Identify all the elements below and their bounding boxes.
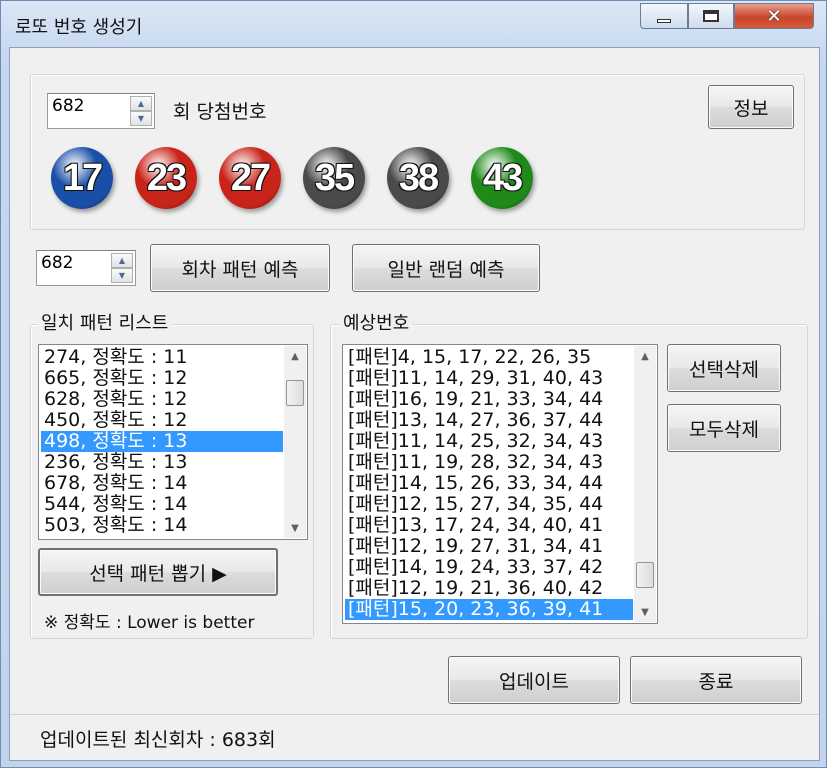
- scroll-up-icon[interactable]: ▲: [634, 346, 656, 366]
- window-title: 로또 번호 생성기: [15, 17, 143, 38]
- maximize-button[interactable]: [688, 3, 734, 29]
- status-bar: 업데이트된 최신회차 : 683회: [10, 714, 819, 760]
- close-icon: ✕: [766, 5, 782, 27]
- pattern-list-item[interactable]: 274, 정확도 : 11: [41, 347, 283, 368]
- app-window: 로또 번호 생성기 ✕ 682 ▲ ▼ 회 당첨번호 정보 17 23 27 35 38…: [0, 0, 827, 768]
- winning-round-spinner[interactable]: 682 ▲ ▼: [47, 93, 155, 129]
- pattern-list-item[interactable]: 236, 정확도 : 13: [41, 452, 283, 473]
- accuracy-note: ※ 정확도 : Lower is better: [44, 613, 255, 633]
- scroll-up-icon[interactable]: ▲: [284, 346, 306, 366]
- scroll-thumb[interactable]: [636, 562, 654, 588]
- predicted-list-item[interactable]: [패턴]14, 19, 24, 33, 37, 42: [345, 557, 633, 578]
- lotto-ball: 35: [303, 147, 365, 209]
- update-button[interactable]: 업데이트: [448, 656, 620, 704]
- client-area: 682 ▲ ▼ 회 당첨번호 정보 17 23 27 35 38 43 682 ▲ ▼ 회…: [9, 47, 820, 761]
- delete-selected-button[interactable]: 선택삭제: [667, 344, 781, 392]
- random-predict-button[interactable]: 일반 랜덤 예측: [352, 244, 540, 292]
- predicted-list-item[interactable]: [패턴]16, 19, 21, 33, 34, 44: [345, 389, 633, 410]
- lotto-ball: 27: [219, 147, 281, 209]
- spin-up-icon[interactable]: ▲: [130, 96, 152, 111]
- lotto-ball: 17: [51, 147, 113, 209]
- predict-round-spinner[interactable]: 682 ▲ ▼: [36, 250, 136, 286]
- predicted-list-item[interactable]: [패턴]11, 14, 29, 31, 40, 43: [345, 368, 633, 389]
- delete-all-button[interactable]: 모두삭제: [667, 404, 781, 452]
- spin-up-icon[interactable]: ▲: [111, 253, 133, 268]
- extract-pattern-button[interactable]: 선택 패턴 뽑기 ▶: [38, 548, 278, 596]
- winning-round-value[interactable]: 682: [52, 96, 84, 116]
- status-text: 업데이트된 최신회차 : 683회: [40, 729, 276, 751]
- predicted-list-item[interactable]: [패턴]12, 19, 27, 31, 34, 41: [345, 536, 633, 557]
- pattern-list-scrollbar[interactable]: ▲ ▼: [284, 346, 306, 538]
- predicted-list-item[interactable]: [패턴]13, 14, 27, 36, 37, 44: [345, 410, 633, 431]
- pattern-list-item[interactable]: 498, 정확도 : 13: [41, 431, 283, 452]
- lotto-ball: 43: [471, 147, 533, 209]
- pattern-list-item[interactable]: 665, 정확도 : 12: [41, 368, 283, 389]
- predicted-list-item[interactable]: [패턴]12, 19, 21, 36, 40, 42: [345, 578, 633, 599]
- predicted-list-scrollbar[interactable]: ▲ ▼: [634, 346, 656, 622]
- winning-round-label: 회 당첨번호: [173, 101, 267, 123]
- minimize-button[interactable]: [640, 3, 688, 29]
- predicted-list-item[interactable]: [패턴]11, 19, 28, 32, 34, 43: [345, 452, 633, 473]
- predicted-list-item[interactable]: [패턴]14, 15, 26, 33, 34, 44: [345, 473, 633, 494]
- pattern-list-item[interactable]: 450, 정확도 : 12: [41, 410, 283, 431]
- spin-down-icon[interactable]: ▼: [130, 111, 152, 126]
- winning-numbers-panel: 682 ▲ ▼ 회 당첨번호 정보 17 23 27 35 38 43: [30, 74, 805, 230]
- predict-round-value[interactable]: 682: [41, 253, 73, 273]
- pattern-list-label: 일치 패턴 리스트: [38, 309, 172, 335]
- predicted-list-item[interactable]: [패턴]15, 20, 23, 36, 39, 41: [345, 599, 633, 620]
- pattern-predict-button[interactable]: 회차 패턴 예측: [150, 244, 330, 292]
- predicted-numbers-label: 예상번호: [340, 309, 413, 335]
- pattern-listbox[interactable]: 274, 정확도 : 11 665, 정확도 : 12 628, 정확도 : 12 4…: [38, 344, 308, 540]
- scroll-down-icon[interactable]: ▼: [284, 518, 306, 538]
- lotto-ball: 23: [135, 147, 197, 209]
- scroll-down-icon[interactable]: ▼: [634, 602, 656, 622]
- exit-button[interactable]: 종료: [630, 656, 802, 704]
- predicted-list-item[interactable]: [패턴]12, 15, 27, 34, 35, 44: [345, 494, 633, 515]
- scroll-thumb[interactable]: [286, 380, 304, 406]
- title-bar[interactable]: 로또 번호 생성기 ✕: [1, 1, 826, 45]
- spin-down-icon[interactable]: ▼: [111, 268, 133, 283]
- maximize-icon: [703, 10, 719, 22]
- predicted-list-item[interactable]: [패턴]4, 15, 17, 22, 26, 35: [345, 347, 633, 368]
- info-button[interactable]: 정보: [708, 85, 794, 129]
- close-button[interactable]: ✕: [734, 3, 814, 29]
- pattern-list-item[interactable]: 503, 정확도 : 14: [41, 515, 283, 536]
- pattern-list-item[interactable]: 678, 정확도 : 14: [41, 473, 283, 494]
- predicted-list-item[interactable]: [패턴]11, 14, 25, 32, 34, 43: [345, 431, 633, 452]
- pattern-list-item[interactable]: 628, 정확도 : 12: [41, 389, 283, 410]
- minimize-icon: [657, 19, 671, 23]
- lotto-ball: 38: [387, 147, 449, 209]
- predicted-list-item[interactable]: [패턴]13, 17, 24, 34, 40, 41: [345, 515, 633, 536]
- pattern-list-item[interactable]: 544, 정확도 : 14: [41, 494, 283, 515]
- predicted-listbox[interactable]: [패턴]4, 15, 17, 22, 26, 35 [패턴]11, 14, 29,…: [342, 344, 658, 624]
